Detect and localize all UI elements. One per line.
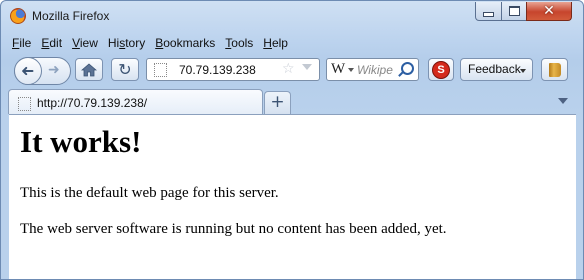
feedback-label: Feedback — [468, 62, 521, 76]
bookmark-star-icon[interactable]: ☆ — [282, 61, 295, 77]
list-all-tabs-icon[interactable] — [558, 98, 568, 104]
navigation-toolbar: ➜ ➜ ↻ 70.79.139.238 ☆ W Wikipe S Feedbac… — [1, 54, 583, 86]
minimize-button[interactable] — [475, 2, 502, 21]
site-identity-icon[interactable] — [154, 63, 167, 77]
tab-current[interactable]: http://70.79.139.238/ — [8, 89, 263, 114]
back-forward-group: ➜ ➜ — [14, 57, 71, 85]
paragraph-server-status: The web server software is running but n… — [20, 221, 447, 237]
search-icon[interactable] — [401, 62, 414, 75]
close-button[interactable]: ✕ — [526, 2, 572, 21]
new-tab-button[interactable]: + — [264, 91, 291, 114]
bookmarks-button[interactable] — [541, 58, 568, 81]
url-history-dropdown-icon[interactable] — [302, 64, 312, 70]
back-arrow-icon: ➜ — [21, 61, 35, 81]
forward-button[interactable]: ➜ — [48, 62, 60, 78]
paragraph-default-page: This is the default web page for this se… — [20, 185, 279, 201]
tab-strip: http://70.79.139.238/ + — [1, 87, 583, 114]
menu-edit[interactable]: Edit — [36, 34, 67, 52]
tab-favicon-icon — [18, 97, 31, 111]
menu-bar: File Edit View History Bookmarks Tools H… — [7, 34, 293, 52]
firefox-icon — [10, 8, 26, 24]
window-title: Mozilla Firefox — [32, 9, 110, 23]
search-bar[interactable]: W Wikipe — [326, 58, 419, 81]
page-heading: It works! — [20, 124, 142, 159]
wikipedia-icon[interactable]: W — [331, 61, 345, 78]
menu-tools[interactable]: Tools — [220, 34, 258, 52]
reload-button[interactable]: ↻ — [111, 58, 139, 81]
chevron-down-icon — [520, 69, 526, 73]
address-bar[interactable]: 70.79.139.238 ☆ — [146, 58, 320, 81]
back-button[interactable]: ➜ — [14, 57, 42, 85]
url-text[interactable]: 70.79.139.238 — [179, 63, 256, 77]
addon-icon: S — [432, 60, 450, 79]
book-icon — [548, 62, 561, 77]
home-icon — [81, 62, 97, 76]
feedback-button[interactable]: Feedback — [460, 58, 533, 81]
search-engine-dropdown-icon[interactable] — [348, 68, 354, 72]
title-bar: Mozilla Firefox ✕ — [1, 1, 583, 31]
reload-icon: ↻ — [118, 60, 132, 79]
menu-help[interactable]: Help — [258, 34, 293, 52]
search-input[interactable]: Wikipe — [357, 63, 397, 77]
page-content: It works! This is the default web page f… — [9, 114, 576, 279]
maximize-icon — [508, 6, 520, 16]
home-button[interactable] — [75, 58, 103, 81]
menu-history[interactable]: History — [103, 34, 150, 52]
minimize-icon — [483, 11, 494, 17]
addon-button[interactable]: S — [428, 58, 454, 81]
menu-view[interactable]: View — [67, 34, 103, 52]
close-icon: ✕ — [543, 3, 555, 19]
menu-file[interactable]: File — [7, 34, 36, 52]
menu-bookmarks[interactable]: Bookmarks — [150, 34, 220, 52]
browser-window: Mozilla Firefox ✕ File Edit View History… — [0, 0, 584, 280]
tab-title: http://70.79.139.238/ — [37, 96, 148, 110]
maximize-button[interactable] — [501, 2, 527, 21]
